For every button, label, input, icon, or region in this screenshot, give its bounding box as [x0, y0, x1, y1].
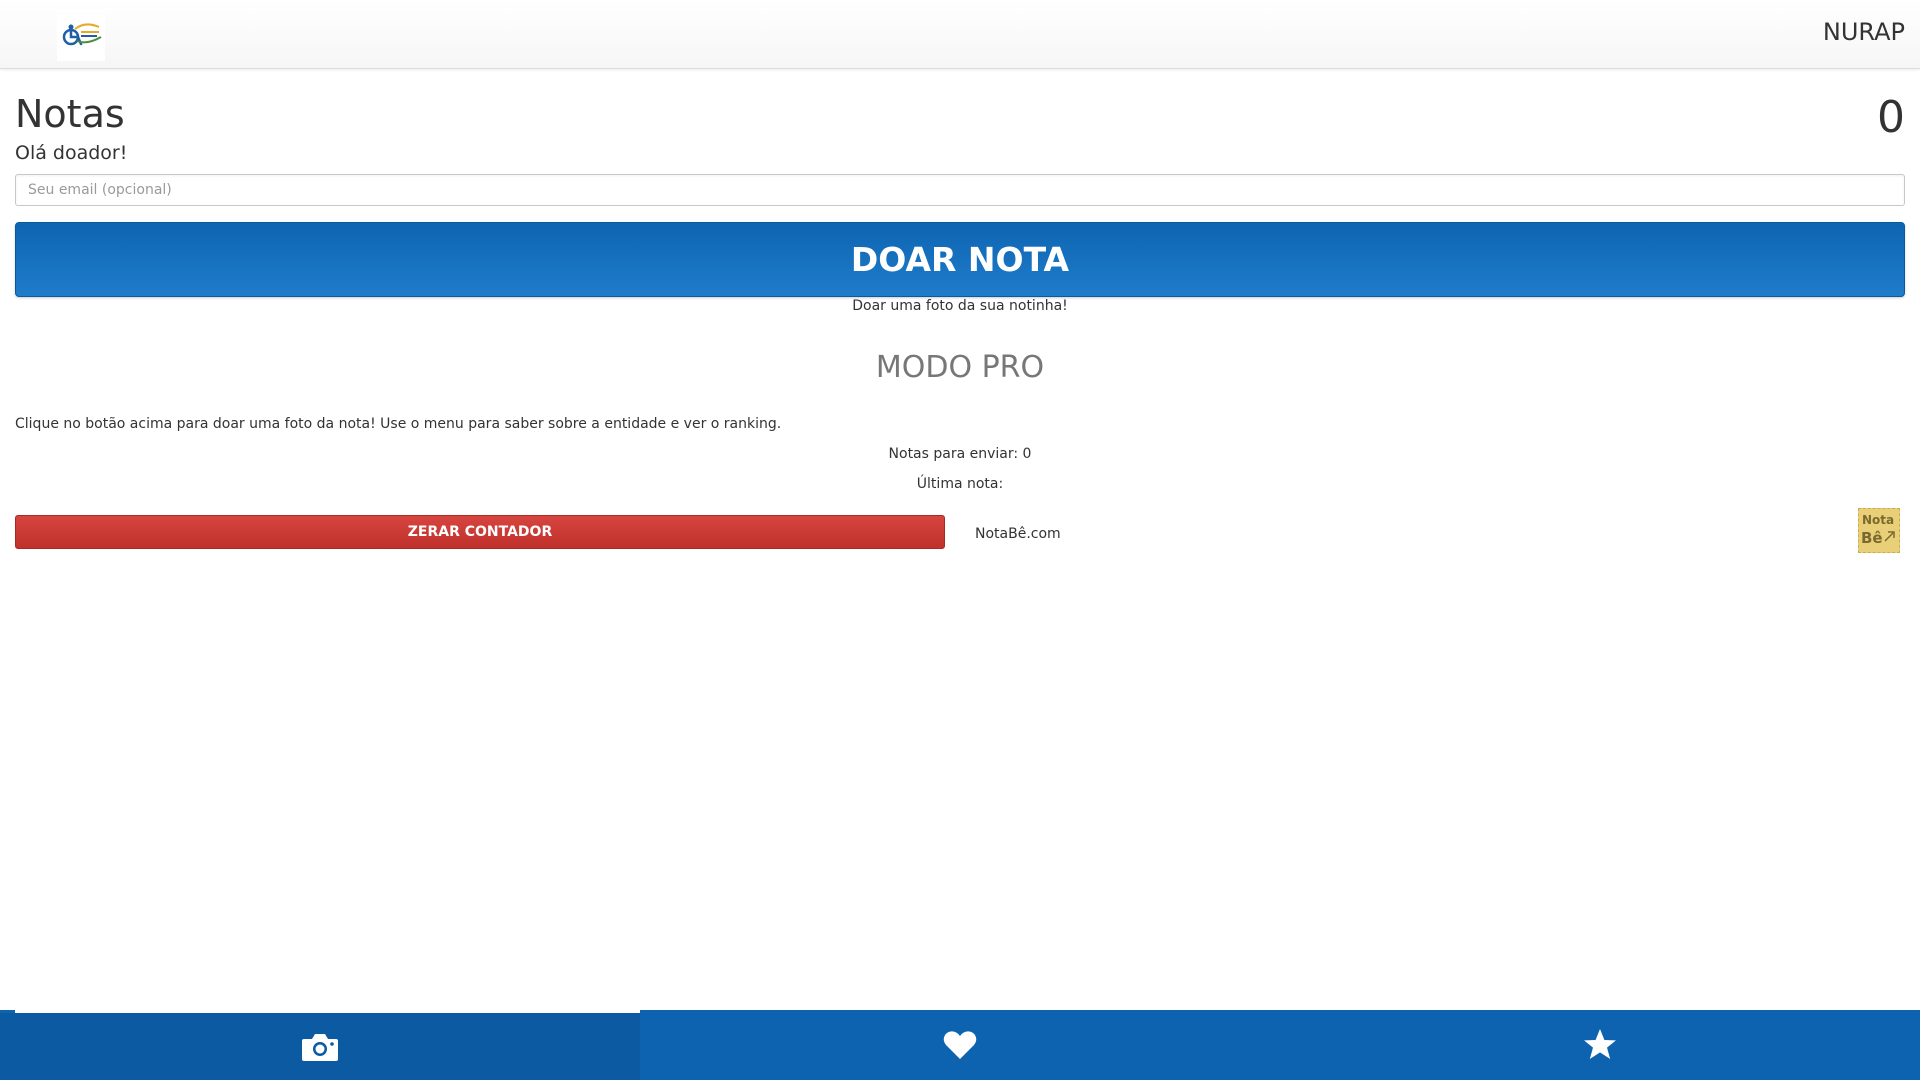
notabe-logo-line1: Nota: [1862, 513, 1895, 527]
reset-counter-button[interactable]: ZERAR CONTADOR: [15, 515, 945, 549]
greeting-text: Olá doador!: [15, 142, 128, 164]
top-bar: NURAP: [0, 0, 1920, 69]
app-title: NURAP: [1822, 18, 1905, 46]
notabe-logo[interactable]: Nota Bê: [1858, 508, 1900, 553]
email-input[interactable]: [15, 174, 1905, 206]
notabe-link[interactable]: NotaBê.com: [975, 526, 1061, 542]
arrow-icon: [1884, 531, 1895, 542]
instructions-text: Clique no botão acima para doar uma foto…: [15, 416, 782, 432]
notabe-logo-line2: Bê: [1861, 529, 1883, 547]
accessibility-logo-icon: [62, 23, 102, 46]
app-logo[interactable]: [57, 15, 105, 61]
donate-note-button[interactable]: DOAR NOTA: [15, 222, 1905, 297]
bottom-navigation: [0, 1010, 1920, 1080]
donate-subtitle: Doar uma foto da sua notinha!: [852, 298, 1068, 314]
camera-icon: [302, 1033, 338, 1061]
pro-mode-heading: MODO PRO: [875, 350, 1045, 385]
pending-notes-text: Notas para enviar: 0: [888, 446, 1032, 462]
tab-ranking[interactable]: [1280, 1010, 1920, 1080]
heart-icon: [943, 1031, 977, 1059]
tab-camera[interactable]: [0, 1010, 640, 1080]
tab-about[interactable]: [640, 1010, 1280, 1080]
last-note-text: Última nota:: [916, 476, 1004, 492]
page-title: Notas: [15, 92, 125, 136]
star-icon: [1584, 1029, 1616, 1059]
notes-counter: 0: [1877, 92, 1905, 143]
